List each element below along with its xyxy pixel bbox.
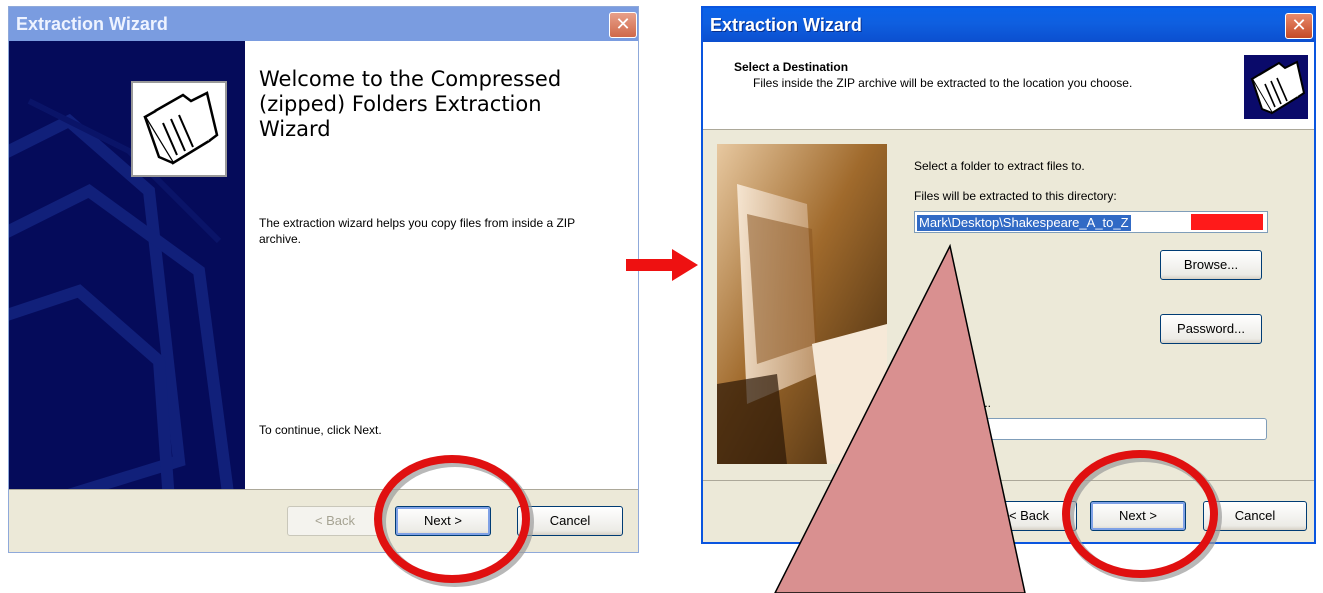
annotation-overlay bbox=[374, 243, 1222, 593]
callout-pointer bbox=[774, 243, 1026, 593]
highlight-circle-left bbox=[374, 455, 534, 587]
highlight-circle-right bbox=[1062, 450, 1222, 582]
red-arrow-icon bbox=[626, 249, 698, 281]
